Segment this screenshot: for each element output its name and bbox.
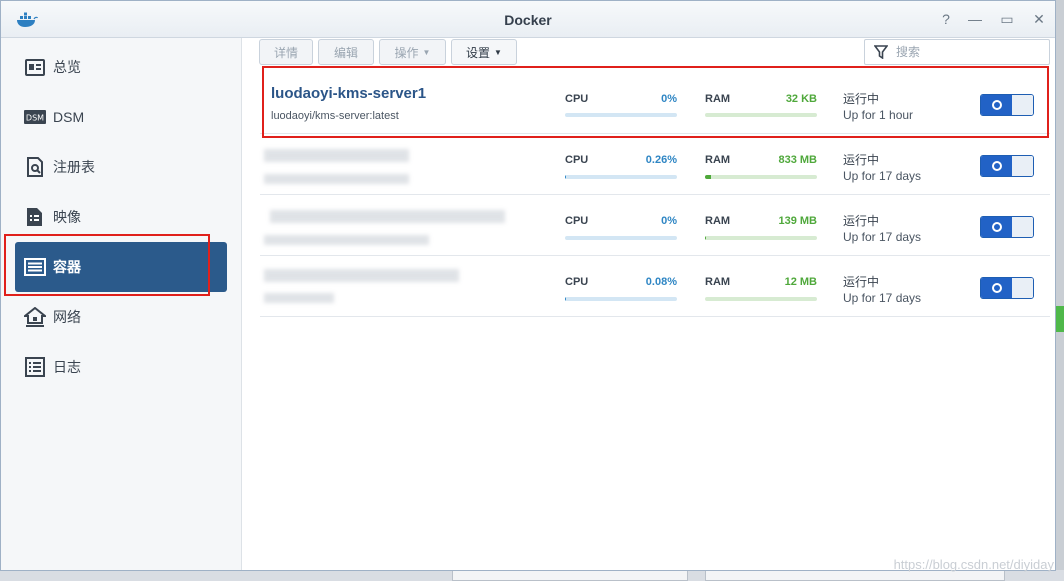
redacted-image (264, 174, 409, 184)
toolbar: 详情 编辑 操作 ▼ 设置 ▼ (242, 38, 1055, 68)
settings-dropdown-button[interactable]: 设置 ▼ (451, 39, 517, 65)
cpu-value: 0.26% (645, 154, 677, 166)
ram-value: 833 MB (778, 154, 817, 166)
cpu-label: CPU (565, 93, 589, 105)
uptime-text: Up for 17 days (843, 230, 922, 244)
redacted-name (270, 210, 505, 223)
container-image: luodaoyi/kms-server:latest (271, 110, 399, 122)
ram-label: RAM (705, 276, 731, 288)
log-icon (24, 356, 46, 378)
close-button[interactable]: ✕ (1029, 9, 1049, 29)
filter-icon (874, 45, 888, 59)
uptime-text: Up for 1 hour (843, 108, 914, 122)
maximize-button[interactable]: ▭ (997, 9, 1017, 29)
sidebar-item-dsm[interactable]: DSM DSM (15, 92, 227, 142)
cpu-label: CPU (565, 276, 589, 288)
sidebar-item-container[interactable]: 容器 (15, 242, 227, 292)
ram-bar (705, 113, 817, 117)
uptime-text: Up for 17 days (843, 169, 922, 183)
ram-bar (705, 236, 817, 240)
close-icon: ✕ (1033, 11, 1045, 27)
ram-value: 12 MB (784, 276, 817, 288)
run-toggle[interactable] (980, 155, 1034, 177)
background-edge (1056, 0, 1064, 581)
sidebar-item-label: 总览 (53, 59, 81, 75)
action-dropdown-button[interactable]: 操作 ▼ (379, 39, 446, 65)
redacted-image (264, 235, 429, 245)
sidebar-item-label: 日志 (53, 359, 81, 375)
minimize-icon: — (968, 11, 982, 27)
ram-bar (705, 297, 817, 301)
minimize-button[interactable]: — (965, 9, 985, 29)
container-row[interactable]: CPU 0.08% RAM 12 MB 运行中 Up for 17 days (260, 256, 1050, 317)
status-label: 运行中 (843, 153, 880, 167)
container-icon (24, 256, 46, 278)
maximize-icon: ▭ (1000, 11, 1014, 27)
network-icon (24, 306, 46, 328)
details-button[interactable]: 详情 (259, 39, 313, 65)
container-name: luodaoyi-kms-server1 (271, 85, 427, 102)
edit-button[interactable]: 编辑 (318, 39, 374, 65)
sidebar-item-label: 网络 (53, 309, 81, 325)
ram-value: 139 MB (778, 215, 817, 227)
registry-icon (24, 156, 46, 178)
ram-label: RAM (705, 154, 731, 166)
chevron-down-icon: ▼ (422, 47, 431, 57)
watermark-text: https://blog.csdn.net/diyiday (893, 557, 1054, 572)
docker-window: Docker ? — ▭ ✕ 总览 DSM DSM 注册表 映像 容器 网络 日… (0, 0, 1056, 571)
toggle-knob-icon (991, 100, 1002, 110)
status-label: 运行中 (843, 92, 880, 106)
ram-label: RAM (705, 93, 731, 105)
help-button[interactable]: ? (936, 9, 956, 29)
uptime-text: Up for 17 days (843, 291, 922, 305)
search-box[interactable] (864, 39, 1050, 65)
dsm-icon: DSM (24, 106, 46, 128)
sidebar: 总览 DSM DSM 注册表 映像 容器 网络 日志 (1, 38, 242, 570)
svg-text:DSM: DSM (26, 114, 44, 123)
container-row[interactable]: luodaoyi-kms-server1 luodaoyi/kms-server… (260, 73, 1050, 134)
toggle-knob-icon (991, 222, 1002, 232)
run-toggle[interactable] (980, 216, 1034, 238)
window-title: Docker (504, 12, 552, 28)
toggle-knob-icon (991, 283, 1002, 293)
cpu-bar (565, 236, 677, 240)
sidebar-item-network[interactable]: 网络 (15, 292, 227, 342)
title-bar[interactable]: Docker ? — ▭ ✕ (1, 1, 1055, 38)
cpu-bar (565, 175, 677, 179)
cpu-value: 0% (661, 93, 677, 105)
sidebar-item-label: 注册表 (53, 159, 95, 175)
sidebar-item-label: 映像 (53, 209, 81, 225)
overview-icon (24, 56, 46, 78)
chevron-down-icon: ▼ (494, 47, 502, 57)
redacted-image (264, 293, 334, 303)
cpu-bar (565, 297, 677, 301)
help-icon: ? (942, 11, 950, 27)
toggle-knob-icon (991, 161, 1002, 171)
sidebar-item-label: 容器 (53, 259, 81, 275)
image-icon (24, 206, 46, 228)
ram-value: 32 KB (785, 93, 817, 105)
status-label: 运行中 (843, 214, 880, 228)
sidebar-item-label: DSM (53, 109, 85, 125)
run-toggle[interactable] (980, 277, 1034, 299)
status-label: 运行中 (843, 275, 880, 289)
redacted-name (264, 269, 459, 282)
sidebar-item-image[interactable]: 映像 (15, 192, 227, 242)
cpu-bar (565, 113, 677, 117)
sidebar-item-registry[interactable]: 注册表 (15, 142, 227, 192)
redacted-name (264, 149, 409, 162)
cpu-label: CPU (565, 154, 589, 166)
search-input[interactable] (894, 44, 1038, 60)
sidebar-item-overview[interactable]: 总览 (15, 42, 227, 92)
cpu-value: 0.08% (645, 276, 677, 288)
run-toggle[interactable] (980, 94, 1034, 116)
ram-label: RAM (705, 215, 731, 227)
container-row[interactable]: CPU 0% RAM 139 MB 运行中 Up for 17 days (260, 195, 1050, 256)
container-row[interactable]: CPU 0.26% RAM 833 MB 运行中 Up for 17 days (260, 134, 1050, 195)
sidebar-item-log[interactable]: 日志 (15, 342, 227, 392)
cpu-label: CPU (565, 215, 589, 227)
cpu-value: 0% (661, 215, 677, 227)
ram-bar (705, 175, 817, 179)
